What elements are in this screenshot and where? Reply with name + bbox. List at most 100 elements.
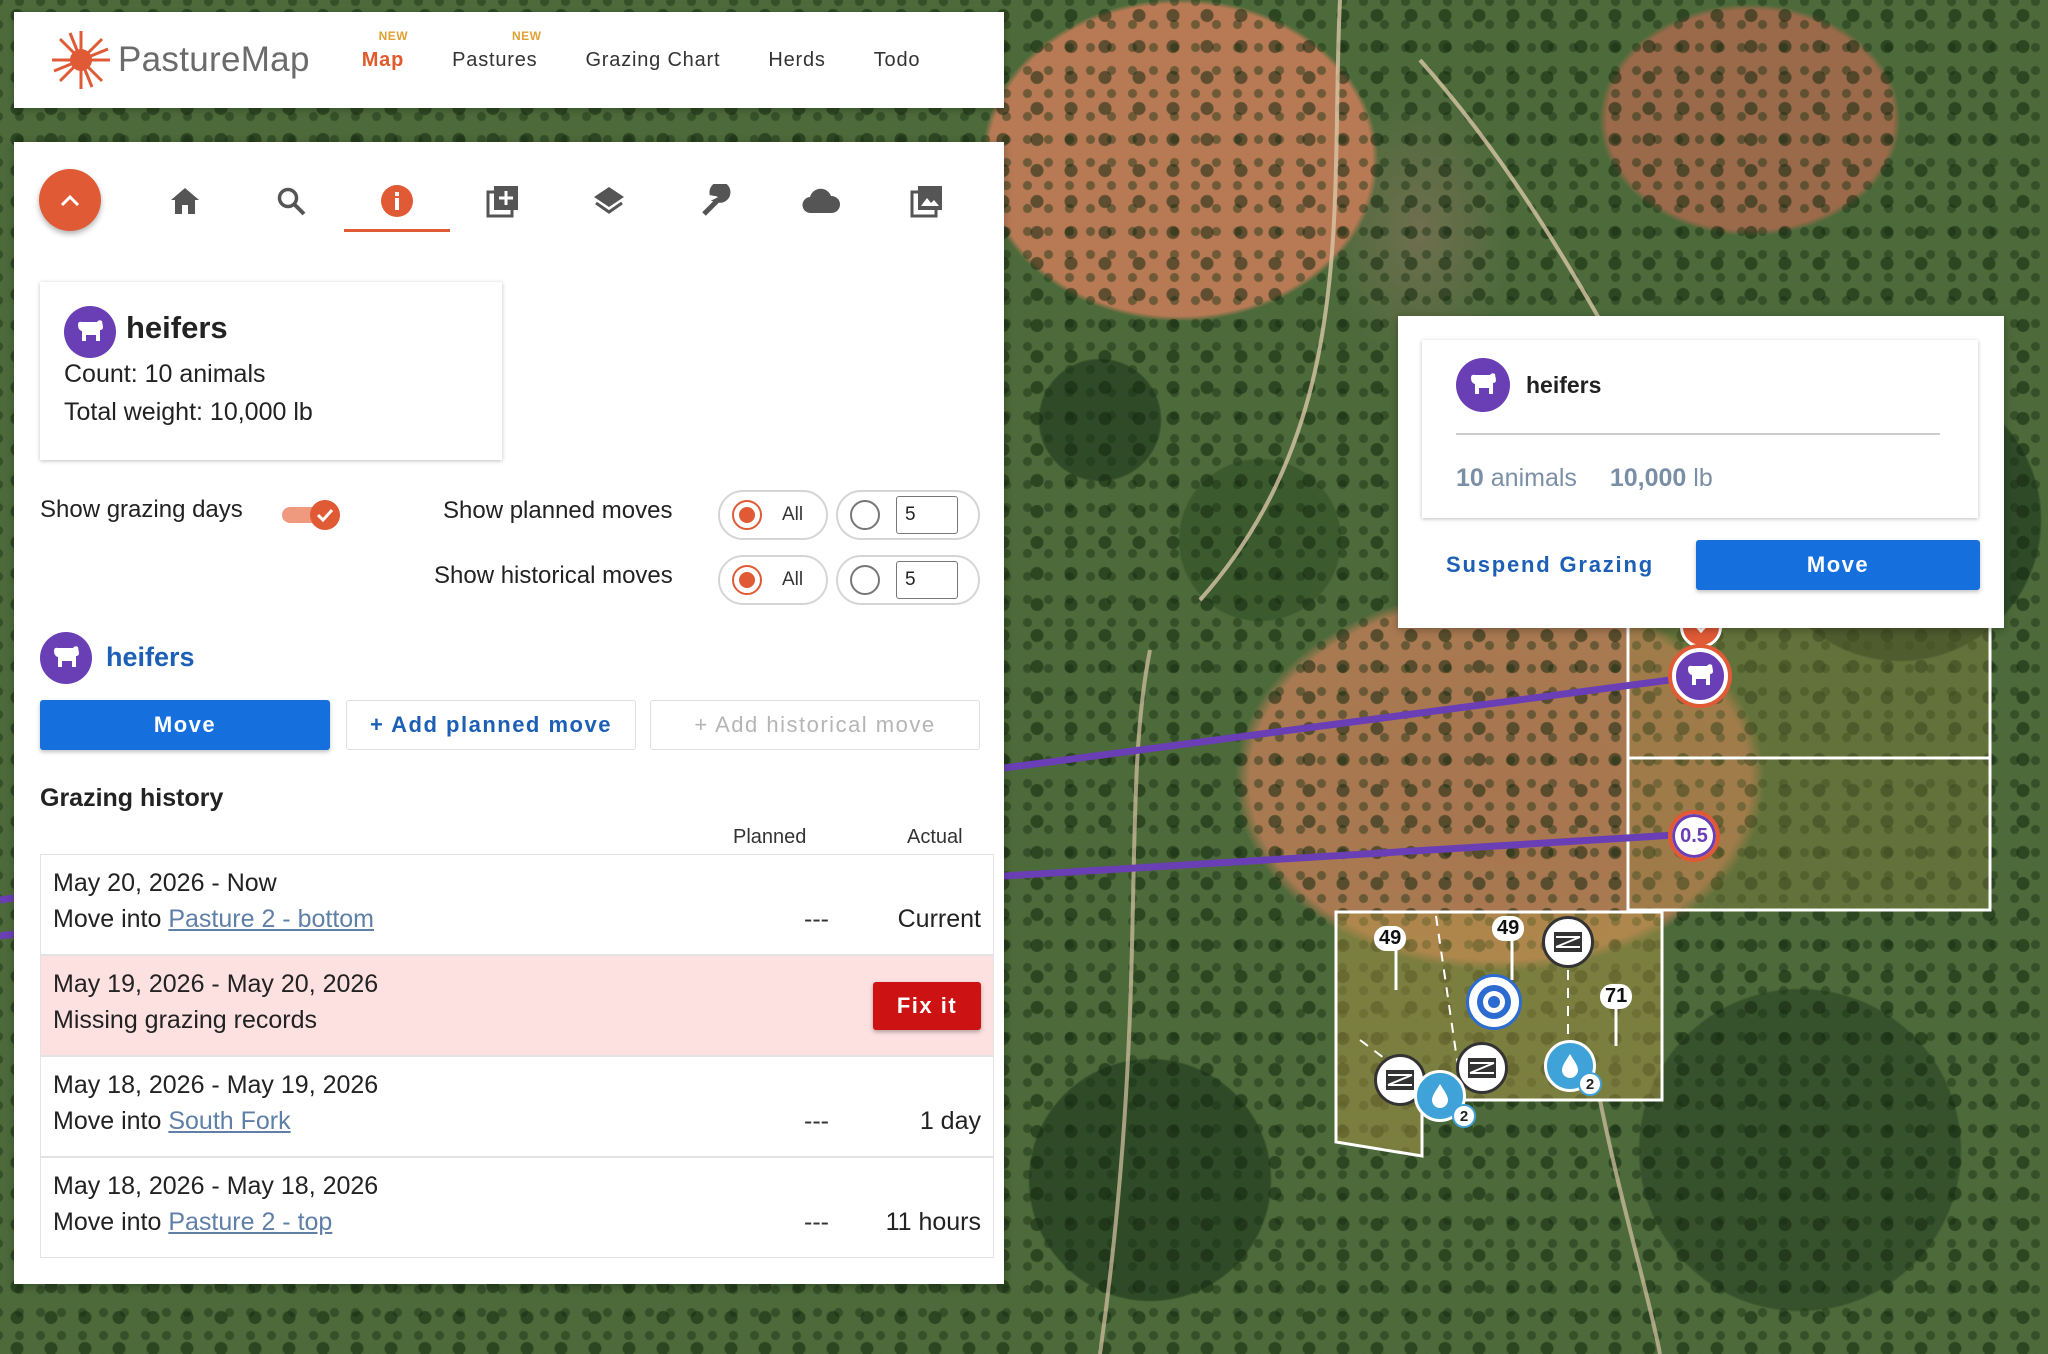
image-icon (910, 186, 942, 218)
show-planned-moves-label: Show planned moves (443, 497, 673, 524)
history-dates: May 18, 2026 - May 18, 2026 (53, 1172, 379, 1200)
weather-tool-button[interactable] (768, 174, 874, 228)
historical-moves-count-option[interactable]: 5 (836, 555, 980, 605)
column-planned: Planned (733, 826, 807, 848)
radio-selected[interactable] (732, 565, 762, 595)
herd-section-name[interactable]: heifers (106, 642, 195, 673)
history-dates: May 18, 2026 - May 19, 2026 (53, 1071, 379, 1099)
logo-sun-icon (50, 29, 112, 91)
tools-tool-button[interactable] (662, 174, 768, 228)
home-tool-button[interactable] (132, 174, 238, 228)
logo[interactable]: PastureMap (50, 29, 310, 91)
nav-grazing-chart[interactable]: Grazing Chart (585, 49, 720, 72)
new-badge: NEW (378, 28, 409, 43)
panel-toolbar (14, 142, 1004, 252)
history-row: May 18, 2026 - May 19, 2026 Move into So… (40, 1056, 994, 1157)
herd-count: Count: 10 animals (64, 360, 266, 388)
history-row: May 18, 2026 - May 18, 2026 Move into Pa… (40, 1157, 994, 1258)
popup-move-button[interactable]: Move (1696, 540, 1980, 590)
search-tool-button[interactable] (238, 174, 344, 228)
water-count-badge: 2 (1452, 1104, 1476, 1128)
popup-stats: 10 animals 10,000 lb (1456, 464, 1713, 493)
radio-unselected[interactable] (850, 500, 880, 530)
popup-divider (1456, 433, 1940, 435)
herd-avatar (1456, 358, 1510, 412)
history-dates: May 20, 2026 - Now (53, 869, 277, 897)
cow-icon (1688, 664, 1713, 685)
pasture-link[interactable]: South Fork (168, 1107, 290, 1135)
popup-animals-value: 10 (1456, 464, 1484, 492)
show-historical-moves-label: Show historical moves (434, 562, 673, 589)
popup-weight-unit: lb (1693, 464, 1713, 492)
nav-pastures[interactable]: NEW Pastures (452, 29, 541, 72)
cloud-icon (802, 188, 841, 214)
planned-moves-all-option[interactable]: All (718, 490, 828, 540)
planned-move-label: 0.5 (1680, 824, 1708, 847)
history-actual: 1 day (919, 1107, 981, 1135)
radio-unselected[interactable] (850, 565, 880, 595)
history-planned: --- (804, 1208, 829, 1236)
history-row: May 20, 2026 - Now Move into Pasture 2 -… (40, 854, 994, 955)
add-historical-move-button[interactable]: + Add historical move (650, 700, 980, 750)
side-panel: heifers Count: 10 animals Total weight: … (14, 142, 1004, 1284)
new-badge: NEW (511, 28, 542, 43)
chevron-up-icon (60, 194, 80, 207)
herd-map-marker[interactable] (1672, 648, 1728, 704)
add-layer-tool-button[interactable] (450, 174, 556, 228)
layers-tool-button[interactable] (556, 174, 662, 228)
herd-avatar (64, 306, 116, 358)
history-planned: --- (804, 1107, 829, 1135)
gate-marker-icon[interactable] (1542, 916, 1594, 968)
popup-herd-name: heifers (1526, 372, 1602, 398)
herd-summary-card: heifers Count: 10 animals Total weight: … (40, 282, 502, 460)
herd-weight: Total weight: 10,000 lb (64, 398, 313, 426)
target-marker-icon[interactable] (1466, 974, 1522, 1030)
cow-icon (54, 646, 79, 667)
herd-avatar (40, 632, 92, 684)
add-planned-move-button[interactable]: + Add planned move (346, 700, 636, 750)
planned-moves-count-option[interactable]: 5 (836, 490, 980, 540)
history-actual: 11 hours (885, 1208, 981, 1236)
popup-animals-unit: animals (1490, 464, 1577, 492)
info-tool-button[interactable] (344, 174, 450, 232)
info-icon (381, 185, 413, 217)
search-icon (277, 187, 306, 216)
collapse-panel-button[interactable] (39, 169, 101, 231)
water-count-badge: 2 (1578, 1072, 1602, 1096)
move-herd-button[interactable]: Move (40, 700, 330, 750)
herd-popup: heifers 10 animals 10,000 lb Suspend Gra… (1398, 316, 2004, 628)
historical-moves-count-input[interactable]: 5 (896, 561, 958, 599)
layers-icon (594, 187, 624, 214)
history-planned: --- (804, 905, 829, 933)
checkmark-icon (316, 508, 334, 522)
herd-popup-card: heifers 10 animals 10,000 lb (1422, 340, 1978, 518)
history-row-alert: May 19, 2026 - May 20, 2026 Missing graz… (40, 955, 994, 1056)
top-navigation: PastureMap NEW Map NEW Pastures Grazing … (14, 12, 1004, 108)
radio-selected[interactable] (732, 500, 762, 530)
history-actual: Current (897, 905, 981, 933)
history-move: Move into South Fork (53, 1107, 291, 1135)
historical-moves-all-option[interactable]: All (718, 555, 828, 605)
history-move: Move into Pasture 2 - top (53, 1208, 333, 1236)
column-actual: Actual (907, 826, 963, 848)
planned-move-marker[interactable]: 0.5 (1668, 810, 1720, 862)
herd-name: heifers (126, 310, 228, 345)
map-number-label: 49 (1492, 916, 1525, 941)
cow-icon (78, 320, 103, 341)
show-grazing-days-toggle[interactable] (282, 498, 340, 530)
photos-tool-button[interactable] (874, 174, 980, 228)
cow-icon (1471, 373, 1496, 394)
map-number-label: 49 (1374, 926, 1407, 951)
nav-herds[interactable]: Herds (768, 49, 825, 72)
nav-map[interactable]: NEW Map (362, 29, 408, 72)
pasture-link[interactable]: Pasture 2 - bottom (168, 905, 374, 933)
wrench-icon (702, 184, 731, 216)
app-name: PastureMap (118, 40, 310, 79)
history-dates: May 19, 2026 - May 20, 2026 (53, 970, 379, 998)
fix-it-button[interactable]: Fix it (873, 982, 981, 1030)
nav-todo[interactable]: Todo (874, 49, 921, 72)
suspend-grazing-button[interactable]: Suspend Grazing (1420, 540, 1680, 590)
pasture-link[interactable]: Pasture 2 - top (168, 1208, 332, 1236)
missing-records-message: Missing grazing records (53, 1006, 317, 1034)
planned-moves-count-input[interactable]: 5 (896, 496, 958, 534)
